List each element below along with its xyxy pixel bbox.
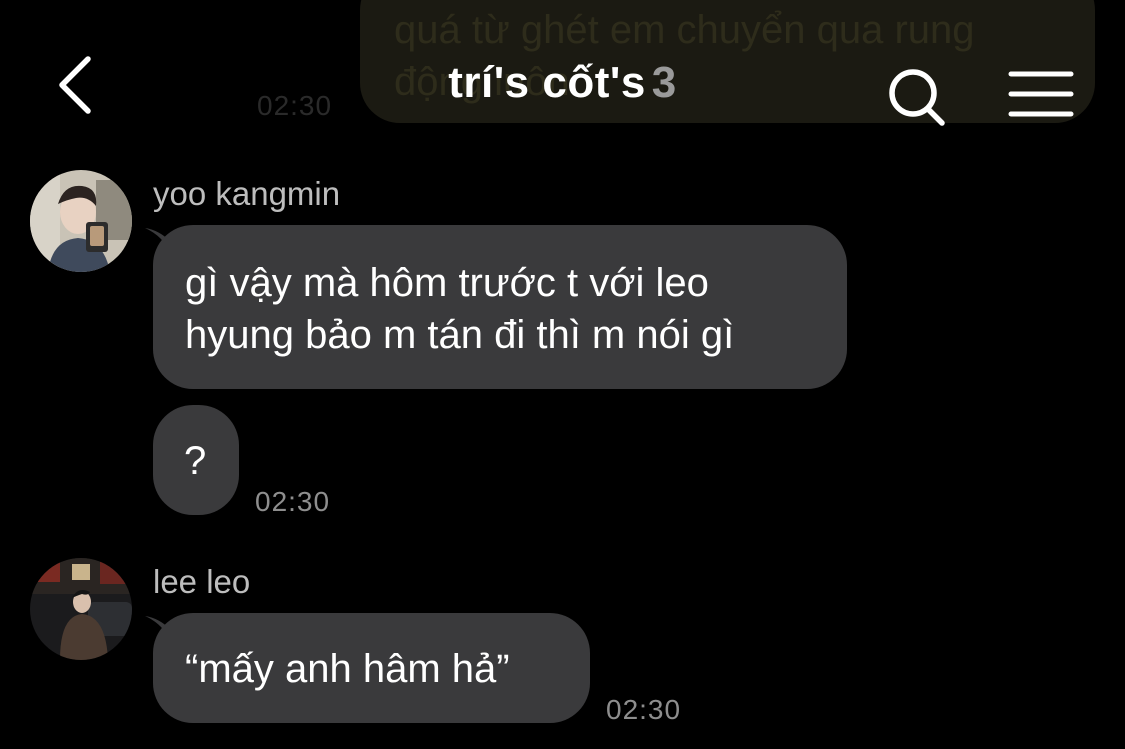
menu-button[interactable]	[1005, 66, 1079, 122]
message-text: gì vậy mà hôm trước t với leo hyung bảo …	[185, 261, 735, 357]
message-text: ?	[184, 439, 207, 483]
avatar-lee-leo[interactable]	[30, 558, 132, 660]
profile-photo	[30, 558, 132, 660]
member-count: 3	[651, 58, 677, 107]
message-bubble[interactable]: gì vậy mà hôm trước t với leo hyung bảo …	[153, 225, 847, 389]
message-time: 02:30	[255, 486, 331, 517]
profile-photo	[30, 170, 132, 272]
sender-name: lee leo	[153, 563, 251, 600]
sender-name: yoo kangmin	[153, 175, 341, 212]
chat-header: trí's cốt's 3	[0, 0, 1125, 150]
message-text: “mấy anh hâm hả”	[185, 647, 510, 691]
hamburger-menu-icon	[1008, 71, 1074, 117]
message-bubble[interactable]: ?	[153, 405, 239, 515]
message-time: 02:30	[606, 694, 682, 725]
search-button[interactable]	[880, 62, 952, 132]
chat-title[interactable]: trí's cốt's 3	[0, 58, 1125, 108]
message-bubble[interactable]: “mấy anh hâm hả”	[153, 613, 590, 723]
avatar-yoo-kangmin[interactable]	[30, 170, 132, 272]
search-icon	[889, 69, 945, 126]
chat-title-text: trí's cốt's	[448, 58, 646, 107]
